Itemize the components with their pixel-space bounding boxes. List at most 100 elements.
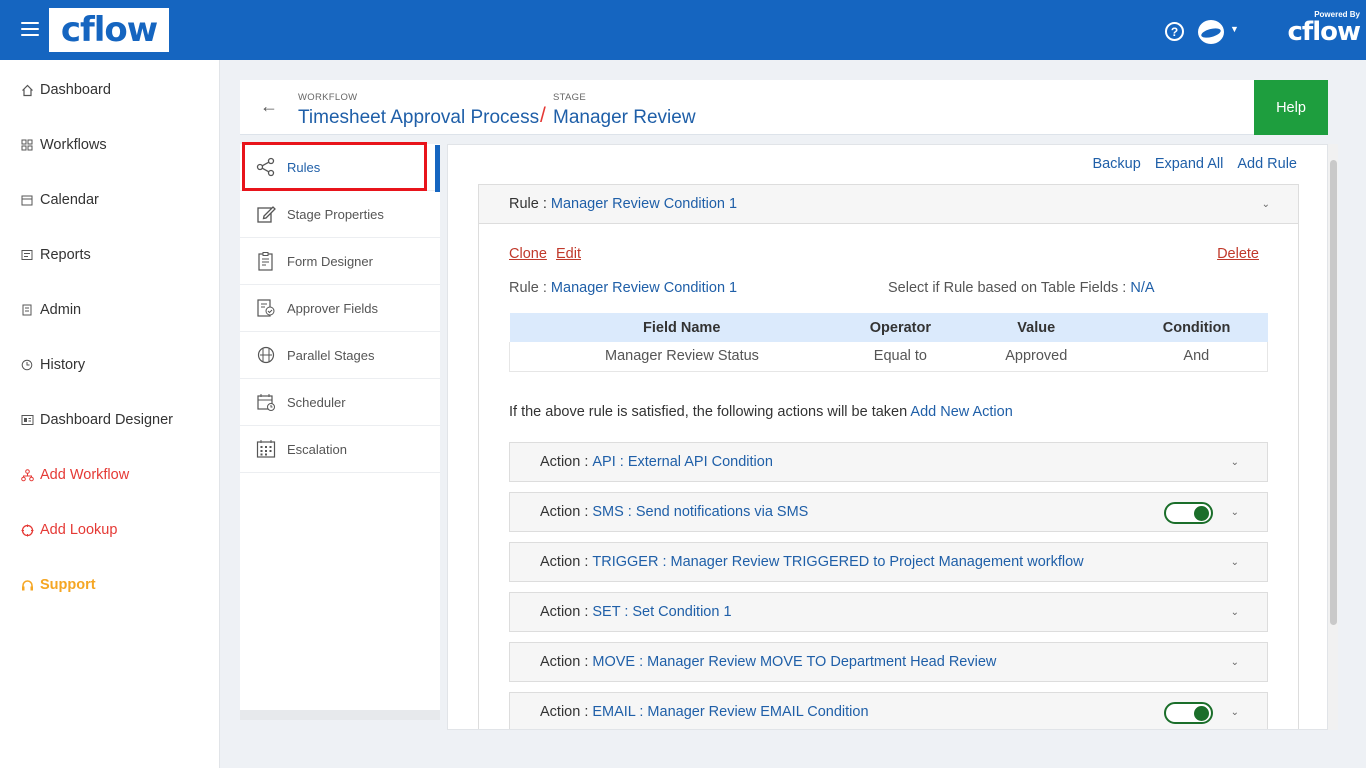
history-icon: [20, 358, 34, 372]
user-avatar[interactable]: [1198, 20, 1224, 44]
edit-link[interactable]: Edit: [556, 246, 581, 262]
backup-link[interactable]: Backup: [1092, 156, 1140, 172]
actions-intro: If the above rule is satisfied, the foll…: [509, 404, 1013, 420]
home-icon: [20, 83, 34, 97]
action-toggle-switch[interactable]: [1164, 702, 1213, 724]
sidebar-item-label: Dashboard: [40, 82, 111, 98]
sidebar-item-add-workflow[interactable]: Add Workflow: [20, 467, 129, 483]
chevron-down-icon[interactable]: ⌄: [1262, 199, 1270, 210]
scrollbar-thumb[interactable]: [1330, 160, 1337, 625]
action-value: SET : Set Condition 1: [592, 604, 732, 620]
sidebar-item-history[interactable]: History: [20, 357, 85, 373]
add-lookup-icon: [20, 523, 34, 537]
stage-menu-item-approver-fields[interactable]: Approver Fields: [240, 285, 440, 332]
rule-detail: Clone Edit Delete Rule : Manager Review …: [478, 224, 1299, 729]
action-row-sms[interactable]: Action : SMS : Send notifications via SM…: [509, 492, 1268, 532]
action-row-set[interactable]: Action : SET : Set Condition 1 ⌄: [509, 592, 1268, 632]
stage-menu-item-form-designer[interactable]: Form Designer: [240, 238, 440, 285]
admin-icon: [20, 303, 34, 317]
cell-value: Approved: [946, 342, 1126, 372]
report-icon: [20, 248, 34, 262]
action-row-email[interactable]: Action : EMAIL : Manager Review EMAIL Co…: [509, 692, 1268, 729]
share-icon: [256, 157, 276, 177]
action-row-trigger[interactable]: Action : TRIGGER : Manager Review TRIGGE…: [509, 542, 1268, 582]
hamburger-menu-icon[interactable]: [21, 22, 39, 36]
action-toggle-switch[interactable]: [1164, 502, 1213, 524]
table-fields-value: N/A: [1130, 280, 1155, 296]
chevron-down-icon[interactable]: ⌄: [1231, 707, 1239, 718]
table-row: Manager Review Status Equal to Approved …: [509, 342, 1268, 372]
edit-icon: [256, 204, 276, 224]
sidebar-item-add-lookup[interactable]: Add Lookup: [20, 522, 117, 538]
approver-icon: [256, 298, 276, 318]
stage-menu-label: Stage Properties: [287, 206, 384, 222]
calendar-icon: [20, 193, 34, 207]
help-circle-icon[interactable]: ?: [1165, 22, 1184, 41]
top-bar: cflow ? ▼ Powered By cflow: [0, 0, 1366, 60]
stage-menu-item-stage-properties[interactable]: Stage Properties: [240, 191, 440, 238]
delete-link[interactable]: Delete: [1217, 246, 1259, 262]
chevron-down-icon[interactable]: ⌄: [1231, 507, 1239, 518]
action-row-api[interactable]: Action : API : External API Condition ⌄: [509, 442, 1268, 482]
sidebar-item-dashboard-designer[interactable]: Dashboard Designer: [20, 412, 173, 428]
add-rule-link[interactable]: Add Rule: [1237, 156, 1297, 172]
sidebar-item-label: Dashboard Designer: [40, 412, 173, 428]
chevron-down-icon[interactable]: ▼: [1230, 24, 1239, 34]
action-value: SMS : Send notifications via SMS: [592, 504, 809, 520]
action-prefix: Action :: [540, 654, 589, 670]
action-value: MOVE : Manager Review MOVE TO Department…: [592, 654, 997, 670]
clone-link[interactable]: Clone: [509, 246, 547, 262]
action-value: TRIGGER : Manager Review TRIGGERED to Pr…: [592, 554, 1084, 570]
expand-all-link[interactable]: Expand All: [1155, 156, 1224, 172]
add-new-action-link[interactable]: Add New Action: [910, 404, 1012, 420]
stage-name[interactable]: Manager Review: [553, 107, 696, 129]
powered-by-brand: cflow: [1287, 17, 1361, 47]
action-row-move[interactable]: Action : MOVE : Manager Review MOVE TO D…: [509, 642, 1268, 682]
scheduler-icon: [256, 392, 276, 412]
sidebar-item-label: Calendar: [40, 192, 99, 208]
stage-menu-label: Form Designer: [287, 253, 373, 269]
stage-menu-label: Scheduler: [287, 394, 346, 410]
rules-panel: Backup Expand All Add Rule Rule : Manage…: [447, 144, 1328, 730]
chevron-down-icon[interactable]: ⌄: [1231, 557, 1239, 568]
sidebar-item-label: Add Lookup: [40, 522, 118, 538]
table-fields-label: Select if Rule based on Table Fields :: [888, 280, 1127, 296]
stage-menu-item-parallel-stages[interactable]: Parallel Stages: [240, 332, 440, 379]
sidebar-item-calendar[interactable]: Calendar: [20, 192, 99, 208]
parallel-icon: [256, 345, 276, 365]
sidebar-item-label: History: [40, 357, 86, 373]
breadcrumb-separator: /: [540, 104, 546, 127]
form-icon: [256, 251, 276, 271]
rule-accordion-header[interactable]: Rule : Manager Review Condition 1 ⌄: [478, 184, 1299, 224]
action-prefix: Action :: [540, 554, 589, 570]
col-field-name: Field Name: [509, 313, 854, 342]
sidebar-item-reports[interactable]: Reports: [20, 247, 91, 263]
logo-text: cflow: [60, 10, 158, 50]
chevron-down-icon[interactable]: ⌄: [1231, 607, 1239, 618]
sidebar-item-label: Support: [40, 577, 96, 593]
help-button[interactable]: Help: [1254, 80, 1328, 135]
sidebar-item-support[interactable]: Support: [20, 577, 96, 593]
rule-name-line: Rule : Manager Review Condition 1: [509, 280, 737, 296]
sidebar-item-admin[interactable]: Admin: [20, 302, 81, 318]
sidebar-item-label: Reports: [40, 247, 91, 263]
chevron-down-icon[interactable]: ⌄: [1231, 657, 1239, 668]
stage-menu-label: Approver Fields: [287, 300, 379, 316]
cell-field-name: Manager Review Status: [509, 342, 854, 372]
stage-menu-label: Rules: [287, 159, 321, 175]
stage-label: STAGE: [553, 92, 586, 103]
sidebar-item-dashboard[interactable]: Dashboard: [20, 82, 111, 98]
workflow-name[interactable]: Timesheet Approval Process: [298, 107, 539, 129]
action-value: EMAIL : Manager Review EMAIL Condition: [592, 704, 869, 720]
cflow-logo[interactable]: cflow: [49, 8, 169, 52]
sidebar-item-workflows[interactable]: Workflows: [20, 137, 107, 153]
dashboard-designer-icon: [20, 413, 34, 427]
back-arrow-icon[interactable]: ←: [260, 96, 278, 117]
chevron-down-icon[interactable]: ⌄: [1231, 457, 1239, 468]
stage-menu-item-scheduler[interactable]: Scheduler: [240, 379, 440, 426]
stage-menu-item-escalation[interactable]: Escalation: [240, 426, 440, 473]
sidebar-item-label: Workflows: [40, 137, 107, 153]
active-indicator: [435, 145, 440, 192]
stage-menu-item-rules[interactable]: Rules: [240, 144, 440, 191]
action-value: API : External API Condition: [592, 454, 773, 470]
